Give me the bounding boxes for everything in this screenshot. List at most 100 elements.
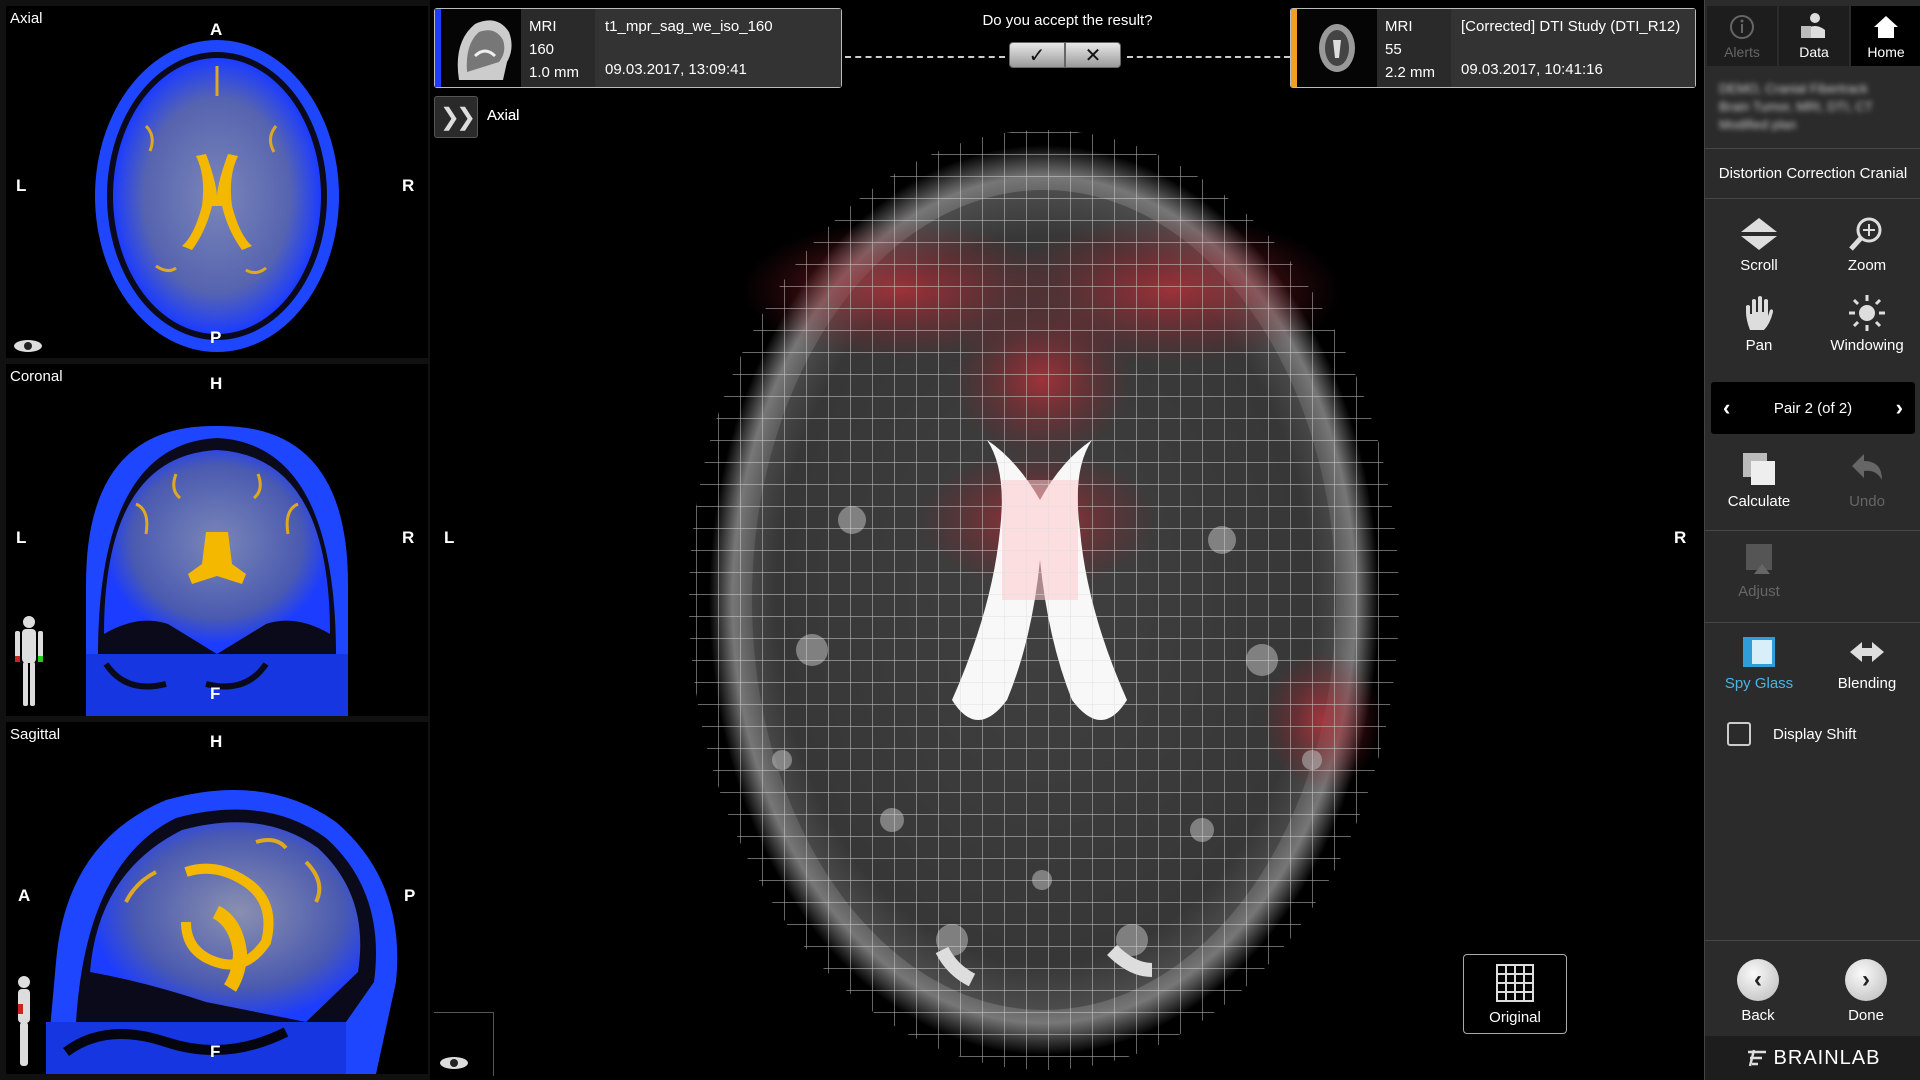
eye-icon[interactable] [438, 1055, 470, 1071]
main-axial-view[interactable]: Axial L R [432, 0, 1702, 1080]
modality: MRI [529, 18, 557, 35]
view-title: Sagittal [10, 726, 61, 743]
connector-line [845, 56, 1005, 58]
back-arrow-icon: ‹ [1737, 959, 1779, 1001]
body-orientation-icon [18, 976, 30, 1066]
spy-glass-icon [1743, 637, 1775, 667]
expand-views-button[interactable]: ❯❯ [434, 96, 478, 138]
divider [1705, 148, 1920, 149]
blending-label: Blending [1837, 675, 1897, 692]
back-label: Back [1741, 1007, 1775, 1024]
chevron-right-icon[interactable]: › [1896, 395, 1903, 421]
orientation-left: L [16, 528, 27, 547]
series-thumbnail [441, 9, 521, 87]
orientation-right: R [402, 176, 415, 195]
series-info: MRI 160 1.0 mm [521, 9, 595, 87]
series-description: [Corrected] DTI Study (DTI_R12) 09.03.20… [1451, 9, 1695, 87]
grid-icon [1496, 963, 1534, 1002]
orientation-left: L [444, 528, 455, 547]
display-shift-label: Display Shift [1773, 725, 1857, 743]
display-shift-toggle[interactable]: Display Shift [1727, 722, 1856, 746]
step-title: Distortion Correction Cranial [1718, 164, 1908, 182]
head-thumbnail-icon [457, 20, 512, 80]
back-button[interactable]: ‹ Back [1705, 946, 1811, 1032]
divider [1705, 198, 1920, 199]
blending-icon [1850, 642, 1884, 662]
data-button[interactable]: Data [1779, 6, 1849, 66]
view-title: Axial [10, 10, 43, 27]
orientation-right: P [404, 886, 416, 905]
brand-name: BRAINLAB [1773, 1046, 1881, 1069]
connector-line [1127, 56, 1290, 58]
scroll-tool[interactable]: Scroll [1705, 208, 1813, 280]
done-label: Done [1848, 1007, 1884, 1024]
blending-button[interactable]: Blending [1813, 626, 1920, 698]
tool-panel: Alerts Data Home DEMO, Cranial Fibertrac… [1704, 0, 1920, 1080]
data-icon [1801, 13, 1825, 38]
body-orientation-icon [15, 616, 43, 706]
pan-label: Pan [1745, 337, 1773, 354]
orientation-top: H [210, 374, 223, 393]
series-thumbnail [1297, 9, 1377, 87]
reference-series-card[interactable]: MRI 160 1.0 mm t1_mpr_sag_we_iso_160 09.… [434, 8, 842, 88]
axial-view[interactable]: Axial A P L R [6, 6, 428, 358]
orientation-top: H [210, 732, 223, 751]
eye-icon[interactable] [12, 338, 44, 354]
brand-footer: BRAINLAB [1705, 1036, 1920, 1080]
patient-line: Brain Tumor, MRI, DTI, CT [1719, 99, 1873, 114]
chevron-left-icon[interactable]: ‹ [1723, 395, 1730, 421]
undo-icon [1852, 454, 1882, 480]
adjust-label: Adjust [1738, 583, 1780, 600]
patient-line: DEMO, Cranial Fibertrack [1719, 81, 1868, 96]
pan-tool[interactable]: Pan [1705, 288, 1813, 360]
series-name: t1_mpr_sag_we_iso_160 [605, 18, 773, 35]
coronal-view[interactable]: Coronal H F L R [6, 364, 428, 716]
divider [1705, 530, 1920, 531]
windowing-label: Windowing [1830, 337, 1904, 354]
info-icon [1730, 15, 1754, 39]
adjust-icon [1746, 544, 1772, 574]
sun-icon [1849, 295, 1885, 331]
spy-glass-button[interactable]: Spy Glass [1705, 626, 1813, 698]
orientation-right: R [402, 528, 415, 547]
calculate-icon [1743, 453, 1775, 485]
alerts-button[interactable]: Alerts [1707, 6, 1777, 66]
scroll-icon [1741, 218, 1777, 250]
view-column: Axial A P L R Coronal H F L R Sagittal H… [0, 0, 430, 1080]
slice-count: 160 [529, 41, 555, 58]
forward-arrow-icon: › [1845, 959, 1887, 1001]
spy-glass-label: Spy Glass [1724, 675, 1794, 692]
adjust-button[interactable]: Adjust [1705, 534, 1813, 606]
divider [1705, 622, 1920, 623]
original-button[interactable]: Original [1463, 954, 1567, 1034]
pair-label: Pair 2 (of 2) [1773, 399, 1853, 417]
data-label: Data [1799, 44, 1829, 60]
undo-button[interactable]: Undo [1813, 444, 1920, 516]
done-button[interactable]: › Done [1813, 946, 1919, 1032]
sagittal-view[interactable]: Sagittal H F A P [6, 722, 428, 1074]
accept-button[interactable]: ✓ [1009, 42, 1065, 68]
hand-icon [1746, 296, 1773, 330]
series-date: 09.03.2017, 13:09:41 [605, 61, 747, 78]
series-date: 09.03.2017, 10:41:16 [1461, 61, 1603, 78]
reject-button[interactable]: ✕ [1065, 42, 1121, 68]
main-brain-image [689, 130, 1399, 1070]
orientation-left: A [18, 886, 31, 905]
brainlab-logo-icon [1747, 1049, 1766, 1067]
series-description: t1_mpr_sag_we_iso_160 09.03.2017, 13:09:… [595, 9, 841, 87]
slice-thickness: 1.0 mm [529, 64, 580, 81]
series-name: [Corrected] DTI Study (DTI_R12) [1461, 18, 1681, 35]
display-shift-checkbox[interactable] [1727, 722, 1751, 746]
scroll-label: Scroll [1740, 257, 1778, 274]
calculate-button[interactable]: Calculate [1705, 444, 1813, 516]
home-label: Home [1867, 44, 1905, 60]
pair-navigator: ‹ Pair 2 (of 2) › [1711, 382, 1915, 434]
slice-count: 55 [1385, 41, 1402, 58]
accept-result-panel: Do you accept the result? ✓ ✕ [845, 8, 1290, 88]
corrected-series-card[interactable]: MRI 55 2.2 mm [Corrected] DTI Study (DTI… [1290, 8, 1696, 88]
windowing-tool[interactable]: Windowing [1813, 288, 1920, 360]
alerts-label: Alerts [1724, 44, 1760, 60]
top-navigation: Alerts Data Home [1707, 6, 1920, 66]
home-button[interactable]: Home [1851, 6, 1920, 66]
zoom-tool[interactable]: Zoom [1813, 208, 1920, 280]
